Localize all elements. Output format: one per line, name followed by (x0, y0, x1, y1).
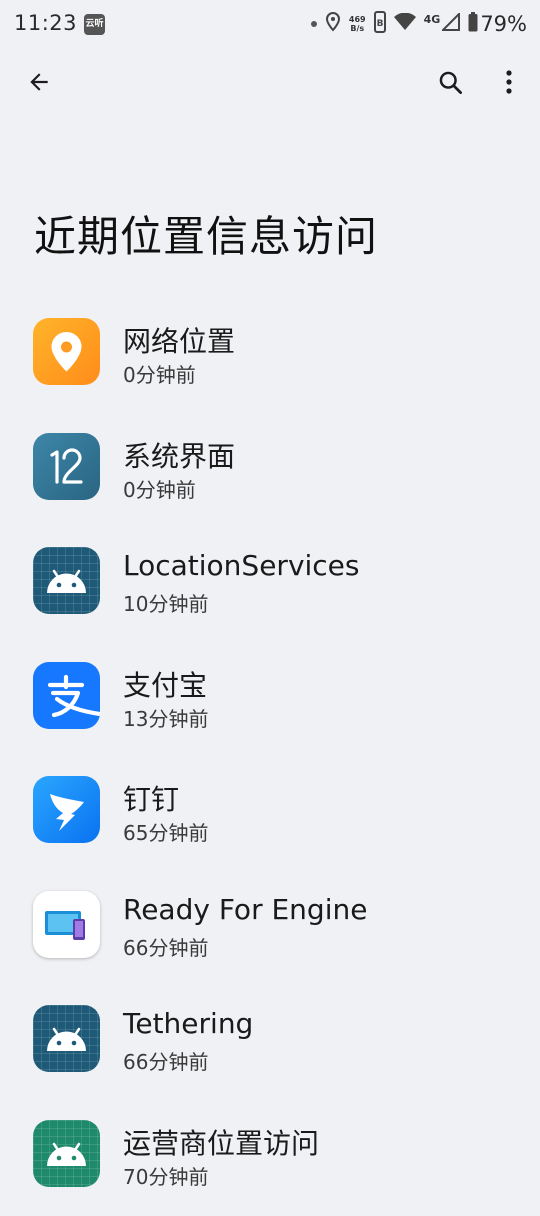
system-ui-12-icon (33, 433, 100, 500)
page-title: 近期位置信息访问 (34, 203, 378, 264)
recent-location-access-list: 网络位置 0分钟前 系统界面 0分钟前 LocationServices 10分… (0, 300, 540, 1216)
arrow-back-icon (26, 69, 52, 99)
status-bar: 11:23 云听 469 B/s B 4G 79% (0, 0, 540, 50)
search-icon (437, 69, 464, 100)
dingtalk-icon (33, 776, 100, 843)
search-button[interactable] (424, 58, 476, 110)
access-time: 70分钟前 (123, 1161, 208, 1190)
alipay-icon (33, 662, 100, 729)
svg-text:B: B (376, 19, 383, 29)
app-name: 运营商位置访问 (123, 1122, 319, 1162)
access-time: 10分钟前 (123, 588, 208, 617)
list-item[interactable]: 系统界面 0分钟前 (0, 415, 540, 530)
net-speed-unit: B/s (350, 24, 364, 33)
android-green-icon (33, 1120, 100, 1187)
list-item[interactable]: 网络位置 0分钟前 (0, 300, 540, 415)
android-icon (33, 1005, 100, 1072)
app-name: Tethering (123, 1007, 253, 1040)
back-button[interactable] (13, 58, 65, 110)
battery-percent: 79% (480, 12, 527, 36)
status-time: 11:23 (14, 11, 77, 35)
access-time: 66分钟前 (123, 1046, 208, 1075)
notification-dot-icon (311, 21, 317, 27)
android-icon (33, 547, 100, 614)
access-time: 0分钟前 (123, 359, 196, 388)
notification-app-icon: 云听 (84, 14, 105, 35)
ready-for-icon (33, 891, 100, 958)
battery-icon (468, 12, 478, 36)
app-name: 系统界面 (123, 435, 235, 475)
app-name: 支付宝 (123, 664, 207, 704)
access-time: 0分钟前 (123, 474, 196, 503)
wifi-icon (394, 13, 416, 35)
list-item[interactable]: 钉钉 65分钟前 (0, 758, 540, 873)
access-time: 13分钟前 (123, 703, 208, 732)
list-item[interactable]: Ready For Engine 66分钟前 (0, 873, 540, 988)
network-type: 4G (424, 13, 441, 26)
access-time: 65分钟前 (123, 817, 208, 846)
location-pin-icon (33, 318, 100, 385)
app-name: 网络位置 (123, 320, 235, 360)
net-speed-value: 469 (349, 15, 366, 24)
app-name: 钉钉 (123, 778, 179, 818)
list-item[interactable]: 支付宝 13分钟前 (0, 644, 540, 759)
more-options-button[interactable] (483, 58, 535, 110)
toolbar (0, 56, 540, 112)
signal-icon (442, 13, 460, 35)
location-status-icon (325, 12, 341, 36)
more-vert-icon (505, 69, 513, 99)
sim-icon: B (374, 11, 386, 37)
app-name: LocationServices (123, 549, 360, 582)
access-time: 66分钟前 (123, 932, 208, 961)
list-item[interactable]: 运营商位置访问 70分钟前 (0, 1102, 540, 1216)
app-name: Ready For Engine (123, 893, 367, 926)
list-item[interactable]: Tethering 66分钟前 (0, 987, 540, 1102)
list-item[interactable]: LocationServices 10分钟前 (0, 529, 540, 644)
net-speed: 469 B/s (349, 15, 366, 33)
